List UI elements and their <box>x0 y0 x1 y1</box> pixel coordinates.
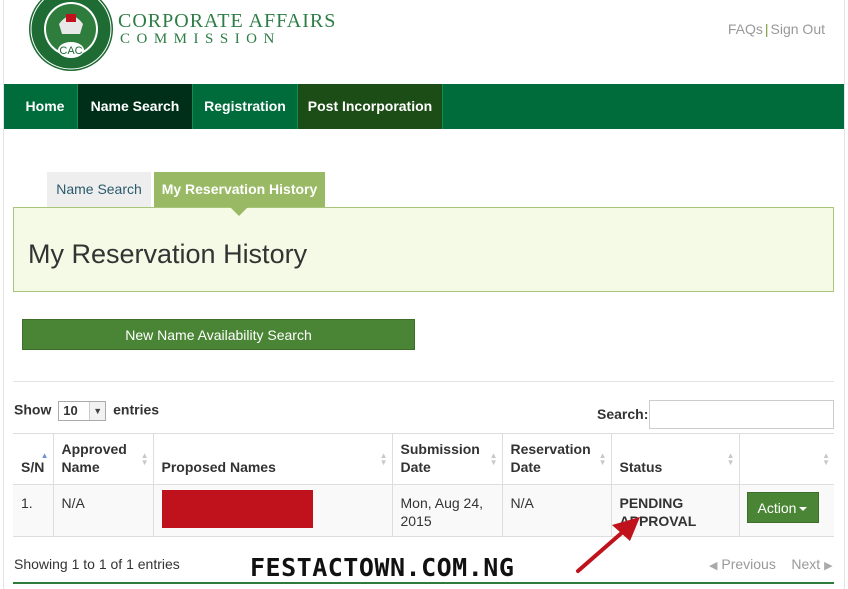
col-header-status[interactable]: Status ▲ ▼ <box>610 433 739 485</box>
cell-submission-date: Mon, Aug 24, 2015 <box>391 484 502 537</box>
search-label: Search: <box>597 406 649 422</box>
chevron-down-icon: ▼ <box>89 402 106 420</box>
watermark-text: FESTACTOWN.COM.NG <box>250 553 515 582</box>
search-input[interactable] <box>649 400 834 429</box>
sort-icon: ▲ ▼ <box>379 451 388 467</box>
next-button[interactable]: Next <box>791 556 820 572</box>
pagination: ◀ Previous Next ▶ <box>709 556 833 572</box>
section-divider <box>13 381 834 382</box>
previous-button[interactable]: Previous <box>721 556 775 572</box>
col-header-approved-name[interactable]: Approved Name ▲ ▼ <box>52 433 153 485</box>
link-separator: | <box>764 21 769 37</box>
cell-action: Action <box>738 484 834 537</box>
col-header-reservation-date[interactable]: Reservation Date ▲ ▼ <box>501 433 611 485</box>
nav-post-incorporation[interactable]: Post Incorporation <box>298 84 443 129</box>
logo-title: CORPORATE AFFAIRS <box>118 10 337 32</box>
status-badge: PENDING APPROVAL <box>619 495 697 529</box>
sort-icon: ▲ ▼ <box>140 451 149 467</box>
entries-label: entries <box>113 401 160 418</box>
prev-arrow-icon: ◀ <box>709 560 718 572</box>
logo-subtitle: COMMISSION <box>120 31 281 47</box>
reservation-table: S/N ▲ Approved Name ▲ ▼ Proposed Names ▲ ▼ Su… <box>13 433 834 537</box>
next-arrow-icon: ▶ <box>824 560 833 572</box>
top-links: FAQs | Sign Out <box>728 21 825 37</box>
sort-icon: ▲ ▼ <box>598 451 607 467</box>
table-header-row: S/N ▲ Approved Name ▲ ▼ Proposed Names ▲ ▼ Su… <box>13 433 834 485</box>
caret-down-icon <box>799 507 808 512</box>
col-header-sn[interactable]: S/N ▲ <box>13 433 53 485</box>
main-navbar: Home Name Search Registration Post Incor… <box>4 84 844 129</box>
col-header-submission-date[interactable]: Submission Date ▲ ▼ <box>391 433 502 485</box>
table-info: Showing 1 to 1 of 1 entries <box>14 556 180 572</box>
col-header-action[interactable]: ▲ ▼ <box>738 433 834 485</box>
sort-icon: ▲ ▼ <box>822 451 830 467</box>
seal-abbr: CAC <box>59 45 82 57</box>
show-label: Show <box>14 401 52 418</box>
nav-registration[interactable]: Registration <box>193 84 298 129</box>
nav-home[interactable]: Home <box>13 84 78 129</box>
sort-icon: ▲ ▼ <box>726 451 735 467</box>
sort-asc-icon: ▲ <box>40 451 49 460</box>
cell-status: PENDING APPROVAL <box>610 484 739 537</box>
cac-seal-logo[interactable]: CAC <box>28 0 114 72</box>
tab-name-search[interactable]: Name Search <box>47 172 151 207</box>
cell-approved-name: N/A <box>52 484 153 537</box>
cell-sn: 1. <box>13 484 53 537</box>
new-name-search-button[interactable]: New Name Availability Search <box>22 319 415 350</box>
action-dropdown-button[interactable]: Action <box>746 492 819 523</box>
cell-reservation-date: N/A <box>501 484 611 537</box>
active-tab-caret <box>230 207 248 216</box>
sign-out-link[interactable]: Sign Out <box>771 21 825 37</box>
entries-select[interactable]: 10 ▼ <box>58 401 107 421</box>
faqs-link[interactable]: FAQs <box>728 21 763 37</box>
page-title: My Reservation History <box>28 239 308 269</box>
tab-reservation-history[interactable]: My Reservation History <box>154 172 325 207</box>
col-header-proposed-names[interactable]: Proposed Names ▲ ▼ <box>152 433 392 485</box>
cell-proposed-names <box>152 484 392 537</box>
bottom-divider <box>13 582 834 584</box>
nav-name-search[interactable]: Name Search <box>78 84 193 129</box>
sort-icon: ▲ ▼ <box>489 451 498 467</box>
table-row: 1. N/A Mon, Aug 24, 2015 N/A PENDING APP… <box>13 484 834 537</box>
show-entries-control: Show 10 ▼ entries <box>14 401 159 421</box>
title-banner: My Reservation History <box>13 207 834 292</box>
redacted-proposed-name <box>161 490 313 528</box>
entries-value: 10 <box>63 403 78 418</box>
